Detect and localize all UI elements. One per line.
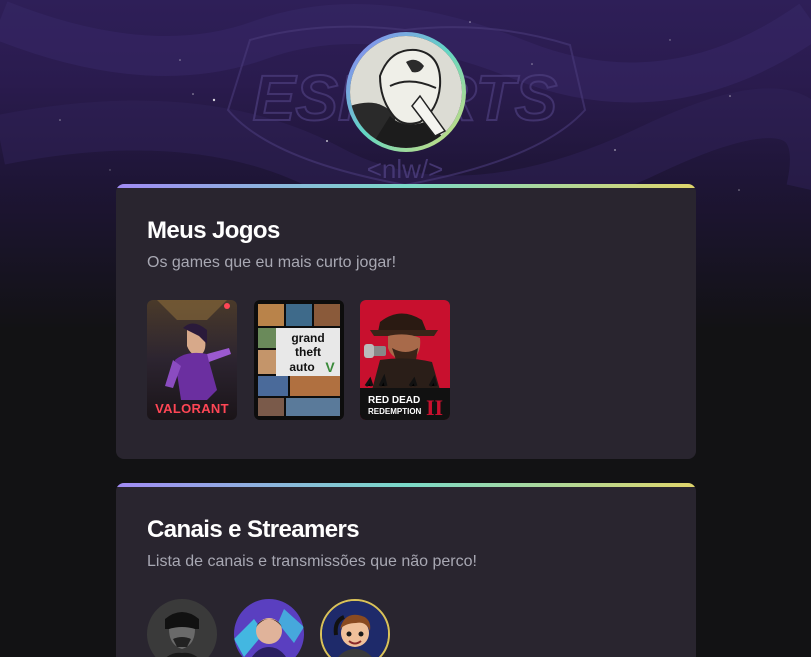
channel-avatar-3[interactable] bbox=[320, 599, 390, 657]
red-dead-redemption-cover-icon: RED DEAD REDEMPTION II bbox=[360, 300, 450, 420]
channels-section: Canais e Streamers Lista de canais e tra… bbox=[116, 483, 696, 657]
games-section-title: Meus Jogos bbox=[147, 217, 280, 244]
channel-avatar-1[interactable] bbox=[147, 599, 217, 657]
streamer-2-avatar-icon bbox=[234, 599, 304, 657]
masked-character-avatar-icon bbox=[350, 36, 462, 148]
channel-avatar-2[interactable] bbox=[234, 599, 304, 657]
svg-text:auto: auto bbox=[289, 360, 314, 374]
svg-text:II: II bbox=[426, 395, 443, 420]
svg-text:theft: theft bbox=[295, 345, 321, 359]
games-section-subtitle: Os games que eu mais curto jogar! bbox=[147, 254, 397, 271]
svg-text:RED DEAD: RED DEAD bbox=[368, 395, 420, 406]
game-card-valorant[interactable]: VALORANT bbox=[147, 300, 237, 420]
svg-text:REDEMPTION: REDEMPTION bbox=[368, 407, 422, 416]
games-section: Meus Jogos Os games que eu mais curto jo… bbox=[116, 184, 696, 459]
channels-section-subtitle: Lista de canais e transmissões que não p… bbox=[147, 553, 477, 570]
streamer-1-avatar-icon bbox=[147, 599, 217, 657]
game-card-gta-v[interactable]: grand theft auto V bbox=[254, 300, 344, 420]
valorant-cover-icon: VALORANT bbox=[147, 300, 237, 420]
streamer-3-avatar-icon bbox=[322, 601, 388, 657]
channels-section-title: Canais e Streamers bbox=[147, 516, 360, 543]
profile-avatar[interactable] bbox=[346, 32, 466, 152]
background-tag-text: <nlw/> bbox=[367, 154, 444, 184]
game-card-red-dead-redemption[interactable]: RED DEAD REDEMPTION II bbox=[360, 300, 450, 420]
svg-text:V: V bbox=[325, 359, 335, 375]
svg-text:VALORANT: VALORANT bbox=[155, 401, 229, 416]
svg-text:grand: grand bbox=[291, 331, 324, 345]
gta-v-cover-icon: grand theft auto V bbox=[254, 300, 344, 420]
